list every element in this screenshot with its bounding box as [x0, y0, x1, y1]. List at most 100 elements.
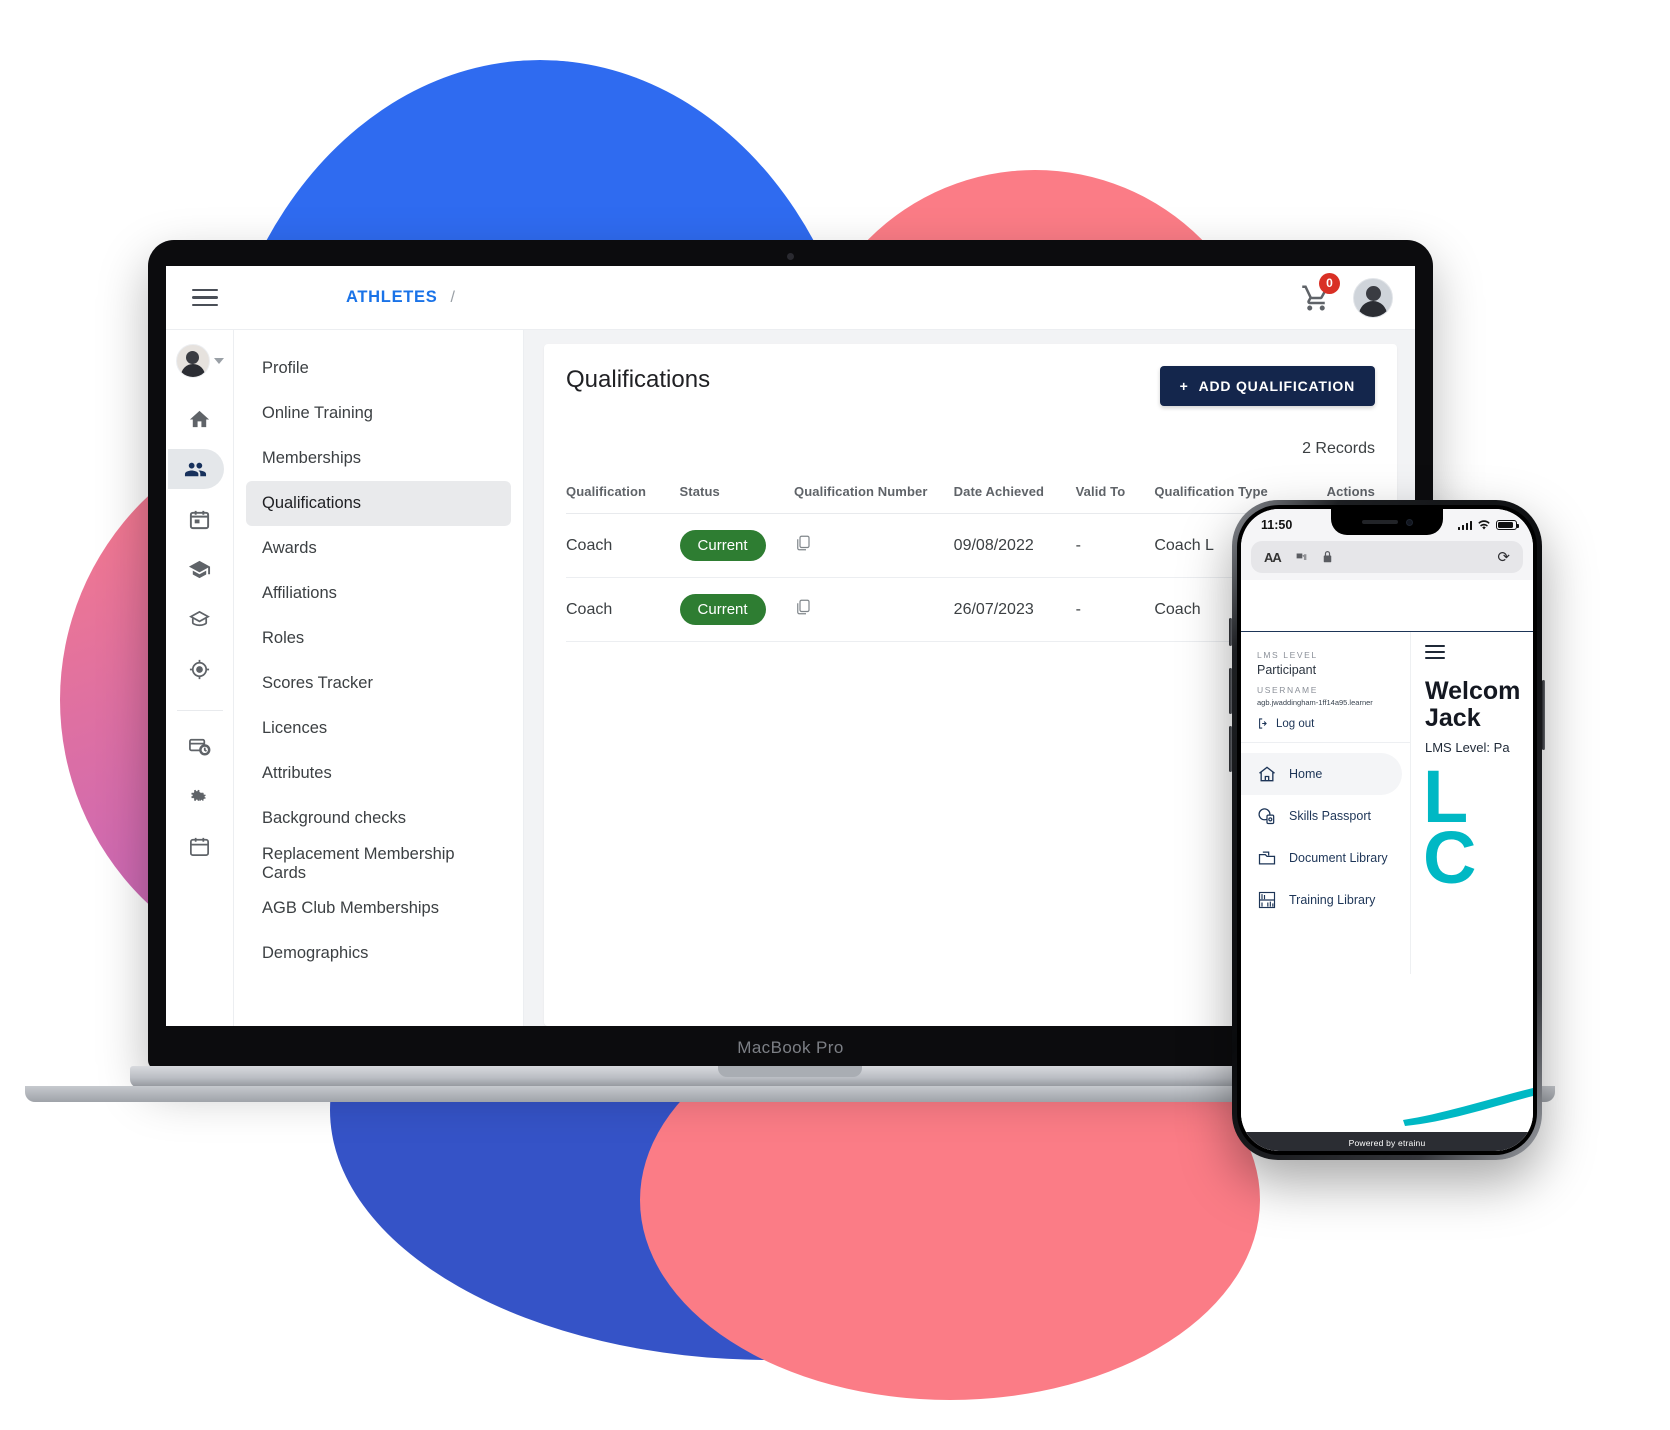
subnav-item-qualifications[interactable]: Qualifications — [246, 481, 511, 526]
subnav-item-label: Attributes — [262, 764, 332, 782]
subnav-item-label: Demographics — [262, 944, 369, 962]
phone-main-toolbar — [1411, 632, 1533, 672]
phone-drawer-menu: Home Skills Passport Document Library Train… — [1241, 742, 1410, 921]
home-icon — [189, 410, 210, 427]
people-icon — [184, 462, 207, 476]
subnav-item-label: Profile — [262, 359, 309, 377]
cell-valid-to: - — [1075, 577, 1155, 642]
target-icon — [189, 659, 210, 679]
puzzle-icon[interactable] — [1295, 551, 1308, 564]
calendar-alt-icon — [190, 837, 209, 856]
brand-logo-line-2: C — [1423, 815, 1476, 899]
phone-menu-item-training-library[interactable]: Training Library — [1241, 879, 1402, 921]
subnav-item-profile[interactable]: Profile — [246, 346, 511, 391]
phone-screen: 11:50 AA ⟳ LMS LEVEL Participant USERNAM… — [1241, 509, 1533, 1151]
column-header: Valid To — [1075, 484, 1155, 514]
card-header: Qualifications + ADD QUALIFICATION — [566, 366, 1375, 406]
phone-menu-item-home[interactable]: Home — [1241, 753, 1402, 795]
subnav-item-roles[interactable]: Roles — [246, 616, 511, 661]
sidebar-item-learning[interactable] — [177, 599, 223, 639]
subnav-item-label: Online Training — [262, 404, 373, 422]
phone-url-bar[interactable]: AA ⟳ — [1241, 541, 1533, 580]
phone-menu-item-skills-passport[interactable]: Skills Passport — [1241, 795, 1402, 837]
phone-menu-item-label: Training Library — [1289, 893, 1376, 907]
logout-button[interactable]: Log out — [1257, 717, 1410, 742]
sidebar-item-settings[interactable] — [177, 776, 223, 816]
plus-icon: + — [1179, 378, 1189, 394]
sidebar-item-target[interactable] — [177, 649, 223, 689]
phone-main-content: Welcom Jack LMS Level: Pa L C — [1411, 632, 1533, 974]
sidebar-item-home[interactable] — [177, 399, 223, 439]
phone-url-bar-inner[interactable]: AA ⟳ — [1251, 541, 1523, 573]
breadcrumb-link-athletes[interactable]: ATHLETES — [346, 288, 437, 307]
phone-frame: 11:50 AA ⟳ LMS LEVEL Participant USERNAM… — [1232, 500, 1542, 1160]
cell-status: Current — [679, 513, 795, 578]
username-value: agb.jwaddingham-1ff14a95.learner — [1257, 698, 1373, 707]
cell-valid-to: - — [1075, 513, 1155, 578]
subnav-item-scores-tracker[interactable]: Scores Tracker — [246, 661, 511, 706]
subnav-item-agb-club-memberships[interactable]: AGB Club Memberships — [246, 886, 511, 931]
subnav-item-demographics[interactable]: Demographics — [246, 931, 511, 976]
wifi-icon — [1478, 519, 1490, 529]
reload-icon[interactable]: ⟳ — [1497, 548, 1510, 566]
phone-footer: Powered by etrainu — [1241, 1132, 1533, 1151]
subnav-item-label: Scores Tracker — [262, 674, 373, 692]
copy-icon[interactable] — [794, 534, 812, 557]
aa-text-size-icon[interactable]: AA — [1264, 550, 1282, 565]
subnav-item-background-checks[interactable]: Background checks — [246, 796, 511, 841]
subnav-item-online-training[interactable]: Online Training — [246, 391, 511, 436]
brand-logo: L C — [1423, 760, 1533, 899]
logout-label: Log out — [1276, 717, 1315, 730]
phone-status-icons — [1457, 519, 1519, 531]
hamburger-icon[interactable] — [192, 288, 218, 307]
rail-user-menu[interactable] — [175, 344, 224, 378]
sidebar-item-billing-history[interactable] — [177, 726, 223, 766]
logout-icon — [1259, 718, 1267, 729]
phone-power-button — [1542, 680, 1545, 750]
phone-app: LMS LEVEL Participant USERNAME agb.jwadd… — [1241, 632, 1533, 974]
cart-button[interactable]: 0 — [1301, 272, 1340, 313]
subnav-item-label: Affiliations — [262, 584, 337, 602]
swoosh-shape — [1403, 1088, 1533, 1126]
subnav-item-licences[interactable]: Licences — [246, 706, 511, 751]
phone-camera-icon — [1405, 518, 1413, 526]
icon-rail — [166, 330, 234, 1026]
cell-qualification-number — [794, 513, 954, 578]
phone-clock: 11:50 — [1261, 518, 1293, 532]
phone-welcome-block: Welcom Jack LMS Level: Pa — [1411, 672, 1533, 756]
add-qualification-button[interactable]: + ADD QUALIFICATION — [1159, 366, 1375, 406]
phone-page-top-spacer — [1241, 580, 1533, 632]
laptop-trackpad-notch — [718, 1066, 862, 1077]
laptop-screen: ATHLETES / 0 Profile Online Training Mem… — [166, 266, 1415, 1026]
hamburger-icon[interactable] — [1425, 644, 1445, 660]
subnav: Profile Online Training Memberships Qualifi… — [234, 330, 524, 1026]
phone-menu-item-label: Home — [1289, 767, 1323, 781]
subnav-item-awards[interactable]: Awards — [246, 526, 511, 571]
subnav-item-label: Licences — [262, 719, 328, 737]
avatar[interactable] — [1353, 277, 1393, 318]
battery-icon — [1496, 520, 1519, 530]
phone-menu-item-document-library[interactable]: Document Library — [1241, 837, 1402, 879]
status-badge: Current — [679, 594, 766, 625]
lms-level-label: LMS LEVEL — [1257, 650, 1318, 660]
graduation-cap-outline-icon — [189, 610, 210, 626]
subnav-item-attributes[interactable]: Attributes — [246, 751, 511, 796]
sidebar-item-education[interactable] — [177, 549, 223, 589]
sidebar-item-calendar[interactable] — [177, 499, 223, 539]
screenshot-root: ATHLETES / 0 Profile Online Training Mem… — [0, 0, 1670, 1430]
copy-icon[interactable] — [794, 598, 812, 621]
subnav-item-label: AGB Club Memberships — [262, 899, 439, 917]
subnav-item-replacement-membership-cards[interactable]: Replacement Membership Cards — [246, 841, 511, 886]
graduation-cap-filled-icon — [188, 560, 211, 578]
phone-side-drawer: LMS LEVEL Participant USERNAME agb.jwadd… — [1241, 632, 1411, 974]
subnav-item-affiliations[interactable]: Affiliations — [246, 571, 511, 616]
sidebar-item-events[interactable] — [177, 826, 223, 866]
phone-menu-item-label: Document Library — [1289, 851, 1388, 865]
avatar — [175, 344, 210, 378]
phone-speaker-icon — [1361, 520, 1398, 524]
cell-qualification: Coach — [566, 577, 680, 642]
sidebar-item-people[interactable] — [167, 449, 224, 489]
lock-icon — [1323, 551, 1332, 563]
app-body: Profile Online Training Memberships Qualifi… — [166, 330, 1415, 1026]
subnav-item-memberships[interactable]: Memberships — [246, 436, 511, 481]
